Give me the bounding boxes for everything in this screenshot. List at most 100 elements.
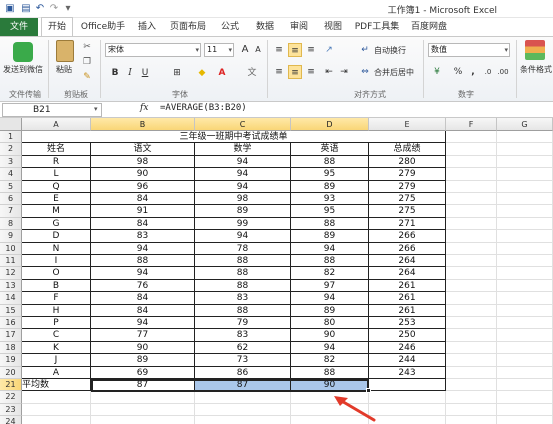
align-left-icon[interactable]: ≡ xyxy=(272,65,286,79)
row-header[interactable]: 12 xyxy=(0,267,22,280)
empty-cell[interactable] xyxy=(91,403,195,417)
paste-button[interactable]: 粘贴 xyxy=(56,64,72,75)
font-name-combo[interactable]: 宋体 ▾ xyxy=(105,43,201,57)
data-cell[interactable]: 243 xyxy=(369,366,446,379)
header-cell[interactable]: 姓名 xyxy=(22,143,91,156)
data-cell[interactable]: 264 xyxy=(369,255,446,268)
empty-cell[interactable] xyxy=(195,403,291,417)
empty-cell[interactable] xyxy=(446,304,497,317)
data-cell[interactable]: 253 xyxy=(369,317,446,330)
row-header[interactable]: 21 xyxy=(0,379,22,392)
average-cell[interactable]: 90 xyxy=(291,379,369,392)
data-cell[interactable]: A xyxy=(22,366,91,379)
empty-cell[interactable] xyxy=(497,205,553,218)
data-cell[interactable]: M xyxy=(22,205,91,218)
row-header[interactable]: 15 xyxy=(0,304,22,317)
data-cell[interactable]: 271 xyxy=(369,217,446,231)
row-header[interactable]: 19 xyxy=(0,354,22,367)
data-cell[interactable]: 261 xyxy=(369,304,446,317)
empty-cell[interactable] xyxy=(497,317,553,330)
currency-icon[interactable]: ¥ xyxy=(430,65,444,79)
empty-cell[interactable] xyxy=(369,403,446,417)
column-header[interactable]: F xyxy=(446,118,497,131)
data-cell[interactable]: 90 xyxy=(91,341,195,355)
row-header[interactable]: 5 xyxy=(0,180,22,193)
tab-page-layout[interactable]: 页面布局 xyxy=(166,18,210,36)
orientation-icon[interactable]: ↗ xyxy=(322,43,336,57)
number-format-combo[interactable]: 数值 ▾ xyxy=(428,43,510,57)
comma-style-button[interactable]: , xyxy=(466,65,480,79)
data-cell[interactable]: 94 xyxy=(195,230,291,243)
data-cell[interactable]: I xyxy=(22,255,91,268)
row-header[interactable]: 16 xyxy=(0,317,22,330)
data-cell[interactable]: 94 xyxy=(291,242,369,255)
empty-cell[interactable] xyxy=(446,131,497,144)
data-cell[interactable]: 275 xyxy=(369,193,446,206)
empty-cell[interactable] xyxy=(369,416,446,424)
empty-cell[interactable] xyxy=(497,292,553,305)
empty-cell[interactable] xyxy=(446,279,497,293)
data-cell[interactable]: 94 xyxy=(91,317,195,330)
data-cell[interactable]: 93 xyxy=(291,193,369,206)
select-all-corner[interactable] xyxy=(0,118,22,131)
empty-cell[interactable] xyxy=(446,354,497,367)
empty-cell[interactable] xyxy=(497,180,553,193)
empty-cell[interactable] xyxy=(22,416,91,424)
empty-cell[interactable] xyxy=(497,255,553,268)
row-header[interactable]: 11 xyxy=(0,255,22,268)
empty-cell[interactable] xyxy=(91,416,195,424)
tab-baidu-netdisk[interactable]: 百度网盘 xyxy=(408,18,450,36)
bold-button[interactable]: B xyxy=(108,66,122,80)
data-cell[interactable]: 97 xyxy=(291,279,369,293)
empty-cell[interactable] xyxy=(446,391,497,404)
fx-icon[interactable]: fx xyxy=(140,103,148,113)
tab-data[interactable]: 数据 xyxy=(250,18,280,36)
wechat-icon[interactable] xyxy=(13,42,33,62)
empty-cell[interactable] xyxy=(446,230,497,243)
data-cell[interactable]: 89 xyxy=(291,304,369,317)
data-cell[interactable]: 84 xyxy=(91,217,195,231)
row-header[interactable]: 23 xyxy=(0,403,22,417)
data-cell[interactable]: 88 xyxy=(291,255,369,268)
data-cell[interactable]: 275 xyxy=(369,205,446,218)
data-cell[interactable]: 88 xyxy=(195,255,291,268)
data-cell[interactable]: 94 xyxy=(291,341,369,355)
data-cell[interactable]: 94 xyxy=(195,168,291,181)
data-cell[interactable]: F xyxy=(22,292,91,305)
empty-cell[interactable] xyxy=(497,416,553,424)
data-cell[interactable]: 88 xyxy=(195,304,291,317)
empty-cell[interactable] xyxy=(446,292,497,305)
data-cell[interactable]: 95 xyxy=(291,205,369,218)
empty-cell[interactable] xyxy=(497,217,553,231)
borders-icon[interactable]: ⊞ xyxy=(170,66,184,80)
row-header[interactable]: 24 xyxy=(0,416,22,424)
underline-button[interactable]: U xyxy=(138,66,152,80)
increase-decimal-icon[interactable]: .0 xyxy=(481,65,495,79)
data-cell[interactable]: 69 xyxy=(91,366,195,379)
italic-button[interactable]: I xyxy=(123,66,137,80)
data-cell[interactable]: D xyxy=(22,230,91,243)
data-cell[interactable]: 94 xyxy=(91,267,195,280)
column-header[interactable]: E xyxy=(369,118,446,131)
empty-cell[interactable] xyxy=(497,230,553,243)
tab-insert[interactable]: 插入 xyxy=(132,18,162,36)
data-cell[interactable]: 73 xyxy=(195,354,291,367)
tab-formulas[interactable]: 公式 xyxy=(215,18,245,36)
data-cell[interactable]: 84 xyxy=(91,304,195,317)
empty-cell[interactable] xyxy=(291,416,369,424)
empty-cell[interactable] xyxy=(497,168,553,181)
data-cell[interactable]: Q xyxy=(22,180,91,193)
empty-cell[interactable] xyxy=(446,180,497,193)
empty-cell[interactable] xyxy=(369,379,446,392)
data-cell[interactable]: 94 xyxy=(91,242,195,255)
empty-cell[interactable] xyxy=(446,217,497,231)
data-cell[interactable]: 95 xyxy=(291,168,369,181)
empty-cell[interactable] xyxy=(497,193,553,206)
data-cell[interactable]: 280 xyxy=(369,155,446,169)
wrap-text-icon[interactable]: ↵ xyxy=(358,43,372,57)
increase-font-icon[interactable]: A xyxy=(238,43,252,57)
row-header[interactable]: 4 xyxy=(0,168,22,181)
percent-button[interactable]: % xyxy=(451,65,465,79)
empty-cell[interactable] xyxy=(446,205,497,218)
average-cell[interactable]: 87 xyxy=(91,379,195,392)
